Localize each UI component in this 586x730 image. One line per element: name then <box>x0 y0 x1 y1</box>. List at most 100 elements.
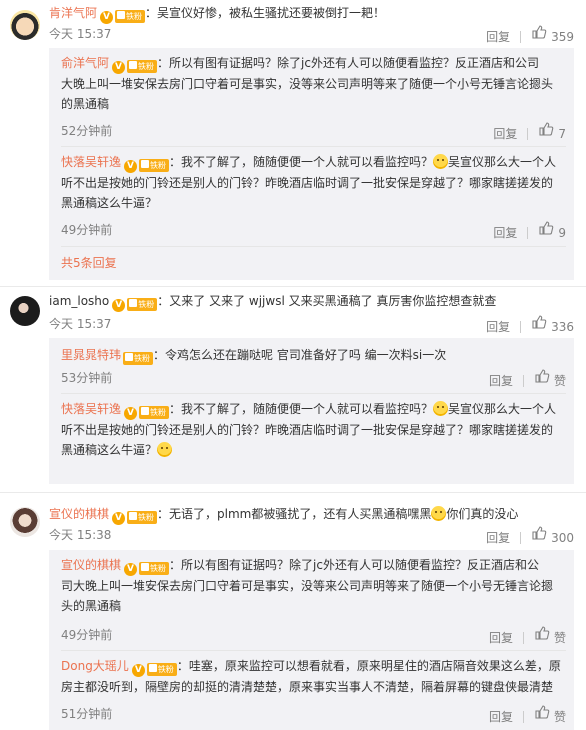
thumb-up-icon[interactable] <box>534 625 550 641</box>
divider <box>0 286 586 287</box>
like-count: 7 <box>558 126 566 141</box>
emoji-icon <box>431 506 447 521</box>
verified-icon: V <box>124 407 138 420</box>
comment-meta: 今天 15:37 回复 336 <box>49 314 574 334</box>
fan-badge-icon: 铁粉 <box>146 663 177 676</box>
thumb-up-icon[interactable] <box>531 314 547 330</box>
thumb-up-icon[interactable] <box>538 220 554 236</box>
emoji-icon <box>433 401 449 416</box>
divider <box>520 320 522 333</box>
replies-panel: 里晁晁特玮 铁粉 ：令鸡怎么还在蹦哒呢 官司准备好了吗 编一次料si一次 53分钟前… <box>49 338 574 484</box>
verified-icon: V <box>112 61 126 74</box>
comment-item: 肯洋气阿 V 铁粉 ：吴宣仪好惨，被私生骚扰还要被倒打一耙！ 今天 15:37 回复 3… <box>0 0 586 290</box>
reply-meta: 49分钟前 回复 赞 <box>61 625 566 645</box>
username-link[interactable]: 宣仪的棋棋 <box>49 507 109 521</box>
divider <box>520 531 522 544</box>
fan-badge-icon: 铁粉 <box>139 159 170 172</box>
verified-icon: V <box>112 512 126 525</box>
replies-panel: 俞洋气阿 V 铁粉 ：所以有图有证据吗？除了jc外还有人可以随便看监控？反正酒店和公司… <box>49 48 574 280</box>
reply-button[interactable]: 回复 <box>489 707 513 727</box>
comment-time: 今天 15:38 <box>49 528 112 542</box>
comment-text-line: 宣仪的棋棋 V 铁粉 ：无语了，plmm都被骚扰了，还有人买黑通稿嘿黑 你们真的没心 <box>49 506 519 525</box>
thumb-up-icon[interactable] <box>531 24 547 40</box>
reply-time: 53分钟前 <box>61 371 113 385</box>
reply-text: 里晁晁特玮 铁粉 ：令鸡怎么还在蹦哒呢 官司准备好了吗 编一次料si一次 <box>61 348 447 365</box>
verified-icon: V <box>124 160 138 173</box>
username-link[interactable]: Dong大瑶儿 <box>61 659 129 673</box>
reply-time: 52分钟前 <box>61 124 113 138</box>
thumb-up-icon[interactable] <box>538 121 554 137</box>
verified-icon: V <box>100 11 114 24</box>
reply-button[interactable]: 回复 <box>493 124 517 144</box>
reply-time: 49分钟前 <box>61 628 113 642</box>
thumb-up-icon[interactable] <box>534 368 550 384</box>
comment-time: 今天 15:37 <box>49 27 112 41</box>
like-count: 336 <box>551 319 574 334</box>
comment-item: iam_losho V 铁粉 ：又来了 又来了 wjjwsl 又来买黑通稿了 真厉害你… <box>0 288 586 488</box>
divider <box>527 226 529 239</box>
avatar[interactable] <box>10 296 40 326</box>
username-link[interactable]: 宣仪的棋棋 <box>61 558 121 572</box>
divider <box>527 127 529 140</box>
divider <box>61 246 566 247</box>
reply-button[interactable]: 回复 <box>486 528 510 548</box>
verified-icon: V <box>131 664 145 677</box>
reply-button[interactable]: 回复 <box>489 371 513 391</box>
comment-time: 今天 15:37 <box>49 317 112 331</box>
username-link[interactable]: 肯洋气阿 <box>49 6 97 20</box>
avatar[interactable] <box>10 507 40 537</box>
reply-meta: 52分钟前 回复 7 <box>61 121 566 141</box>
like-count: 359 <box>551 29 574 44</box>
like-label: 赞 <box>553 630 566 645</box>
like-count: 9 <box>558 225 566 240</box>
comment-text-line: iam_losho V 铁粉 ：又来了 又来了 wjjwsl 又来买黑通稿了 真厉害你… <box>49 291 574 312</box>
reply-button[interactable]: 回复 <box>486 317 510 337</box>
verified-icon: V <box>112 299 126 312</box>
divider <box>61 146 566 147</box>
reply-button[interactable]: 回复 <box>486 27 510 47</box>
more-replies-link[interactable]: 共5条回复 <box>61 253 117 273</box>
comment-text: ：又来了 又来了 wjjwsl 又来买黑通稿了 真厉害你监控想查就查 <box>157 294 497 308</box>
replies-panel: 宣仪的棋棋 V 铁粉 ：所以有图有证据吗？除了jc外还有人可以随便看监控？反正酒店和公… <box>49 550 574 730</box>
comment-text: ：吴宣仪好惨，被私生骚扰还要被倒打一耙！ <box>145 6 386 20</box>
divider <box>522 710 524 723</box>
divider <box>522 374 524 387</box>
like-label: 赞 <box>553 709 566 724</box>
username-link[interactable]: 俞洋气阿 <box>61 56 109 70</box>
comment-meta: 今天 15:38 回复 300 <box>49 525 574 545</box>
username-link[interactable]: 快落吴轩逸 <box>61 155 121 169</box>
reply-text: 快落吴轩逸 V 铁粉 ：我不了解了，随随便便一个人就可以看监控吗？ 吴宣仪那么大一个人 … <box>61 154 557 210</box>
thumb-up-icon[interactable] <box>531 525 547 541</box>
divider <box>520 30 522 43</box>
like-label: 赞 <box>553 373 566 388</box>
fan-badge-icon: 铁粉 <box>123 352 154 365</box>
fan-badge-icon: 铁粉 <box>127 298 158 311</box>
emoji-icon <box>157 442 173 457</box>
username-link[interactable]: 快落吴轩逸 <box>61 402 121 416</box>
reply-meta: 53分钟前 回复 赞 <box>61 368 566 388</box>
reply-button[interactable]: 回复 <box>489 628 513 648</box>
emoji-icon <box>433 154 449 169</box>
fan-badge-icon: 铁粉 <box>127 511 158 524</box>
divider <box>61 650 566 651</box>
comment-text: ：无语了，plmm都被骚扰了，还有人买黑通稿嘿黑 <box>157 507 432 521</box>
avatar[interactable] <box>10 10 40 40</box>
reply-text: 俞洋气阿 V 铁粉 ：所以有图有证据吗？除了jc外还有人可以随便看监控？反正酒店和公司… <box>61 56 554 111</box>
username-link[interactable]: 里晁晁特玮 <box>61 348 121 362</box>
fan-badge-icon: 铁粉 <box>115 10 146 23</box>
reply-text: Dong大瑶儿 V 铁粉 ：哇塞，原来监控可以想看就看，原来明星住的酒店隔音效果这么差… <box>61 659 561 694</box>
divider <box>61 393 566 394</box>
reply-time: 49分钟前 <box>61 223 113 237</box>
reply-meta: 51分钟前 回复 赞 <box>61 704 566 724</box>
username-link[interactable]: iam_losho <box>49 294 109 308</box>
reply-meta: 49分钟前 回复 9 <box>61 220 566 240</box>
divider <box>0 492 586 493</box>
reply-text: 宣仪的棋棋 V 铁粉 ：所以有图有证据吗？除了jc外还有人可以随便看监控？反正酒店和公… <box>61 558 554 613</box>
comment-item: 宣仪的棋棋 V 铁粉 ：无语了，plmm都被骚扰了，还有人买黑通稿嘿黑 你们真的没心 今… <box>0 495 586 730</box>
reply-button[interactable]: 回复 <box>493 223 517 243</box>
fan-badge-icon: 铁粉 <box>127 60 158 73</box>
reply-text: 快落吴轩逸 V 铁粉 ：我不了解了，随随便便一个人就可以看监控吗？ 吴宣仪那么大一个人 … <box>61 401 557 457</box>
fan-badge-icon: 铁粉 <box>139 562 170 575</box>
comment-text-line: 肯洋气阿 V 铁粉 ：吴宣仪好惨，被私生骚扰还要被倒打一耙！ <box>49 3 574 24</box>
thumb-up-icon[interactable] <box>534 704 550 720</box>
